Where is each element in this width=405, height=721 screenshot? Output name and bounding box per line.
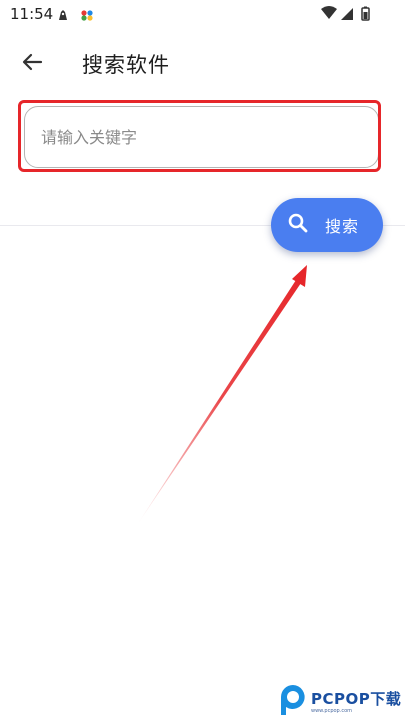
- pcpop-logo-icon: [278, 683, 308, 721]
- search-button-label: 搜索: [325, 217, 360, 236]
- watermark-sub: www.pcpop.com: [311, 708, 352, 714]
- annotation-arrow: [137, 265, 307, 525]
- watermark: PCPOP下载 www.pcpop.com: [276, 680, 405, 720]
- search-icon: [287, 212, 309, 238]
- search-button[interactable]: 搜索: [271, 198, 383, 252]
- watermark-text: PCPOP下载: [311, 690, 402, 708]
